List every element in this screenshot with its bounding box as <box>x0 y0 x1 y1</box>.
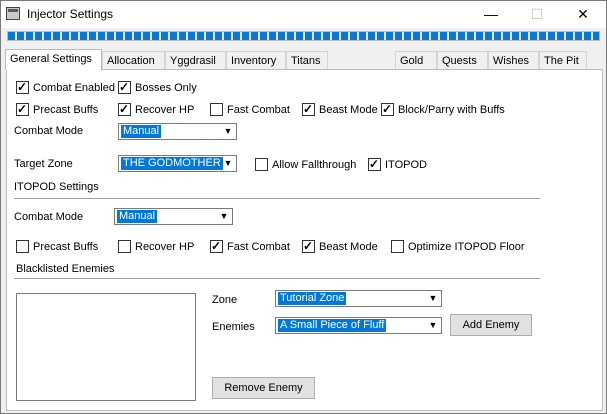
checkbox-label: Block/Parry with Buffs <box>398 104 505 116</box>
select-value: A Small Piece of Fluff <box>278 319 387 332</box>
chevron-down-icon: ▼ <box>428 320 438 330</box>
checkbox-box <box>16 80 29 94</box>
section-divider <box>14 198 540 200</box>
app-window-icon <box>6 7 20 20</box>
chevron-down-icon: ▼ <box>219 211 229 221</box>
tab-allocation[interactable]: Allocation <box>102 51 165 69</box>
maximize-button: ☐ <box>530 6 544 22</box>
window-title: Injector Settings <box>27 7 114 21</box>
tab-inventory[interactable]: Inventory <box>226 51 286 69</box>
checkbox-box <box>302 102 315 116</box>
tab-yggdrasil[interactable]: Yggdrasil <box>165 51 226 69</box>
checkbox-box <box>118 102 131 116</box>
select-value: Manual <box>117 210 158 223</box>
checkbox-box <box>368 157 381 171</box>
tab-the-pit[interactable]: The Pit <box>539 51 587 69</box>
close-button[interactable]: ✕ <box>560 1 606 28</box>
target-zone-select[interactable]: THE GODMOTHER ▼ <box>118 155 237 172</box>
itopod-combat-mode-select[interactable]: Manual ▼ <box>114 208 233 225</box>
checkbox-label: Recover HP <box>135 104 195 116</box>
checkbox-label: Bosses Only <box>135 82 197 94</box>
checkbox-box <box>391 240 404 253</box>
add-enemy-button[interactable]: Add Enemy <box>450 314 532 336</box>
blacklisted-enemies-list[interactable] <box>16 293 196 401</box>
checkbox-box <box>255 158 268 171</box>
progress-bar <box>7 31 600 41</box>
checkbox-box <box>302 239 315 253</box>
tab-general-settings[interactable]: General Settings <box>5 49 102 70</box>
select-value: Tutorial Zone <box>278 292 347 305</box>
tab-wishes[interactable]: Wishes <box>488 51 539 69</box>
remove-enemy-button[interactable]: Remove Enemy <box>212 377 315 399</box>
checkbox-box <box>118 80 131 94</box>
tab-gold[interactable]: Gold <box>395 51 437 69</box>
checkbox-box <box>381 102 394 116</box>
minimize-button[interactable]: — <box>468 1 514 28</box>
checkbox-label: Combat Enabled <box>33 82 115 94</box>
blacklisted-enemies-heading: Blacklisted Enemies <box>16 263 115 275</box>
checkbox-box <box>118 240 131 253</box>
tab-titans[interactable]: Titans <box>286 51 328 69</box>
chevron-down-icon: ▼ <box>428 293 438 303</box>
zone-select[interactable]: Tutorial Zone ▼ <box>275 290 442 307</box>
section-divider <box>14 278 540 280</box>
checkbox-box <box>210 103 223 116</box>
checkbox-label: Precast Buffs <box>33 241 99 253</box>
progress-fill <box>8 32 599 40</box>
combat-mode-label: Combat Mode <box>14 125 84 137</box>
checkbox-label: Recover HP <box>135 241 195 253</box>
title-bar[interactable]: Injector Settings — ☐ ✕ <box>1 1 606 28</box>
select-value: THE GODMOTHER <box>121 157 223 170</box>
checkbox-label: Beast Mode <box>319 241 378 253</box>
itopod-settings-heading: ITOPOD Settings <box>14 181 99 193</box>
combat-mode-select[interactable]: Manual ▼ <box>118 123 237 140</box>
checkbox-label: Fast Combat <box>227 104 290 116</box>
checkbox-box <box>16 240 29 253</box>
zone-label: Zone <box>212 294 238 306</box>
checkbox-box <box>16 102 29 116</box>
injector-settings-window: Injector Settings — ☐ ✕ General Settings… <box>0 0 607 414</box>
checkbox-label: Beast Mode <box>319 104 378 116</box>
checkbox-label: Allow Fallthrough <box>272 159 357 171</box>
enemies-select[interactable]: A Small Piece of Fluff ▼ <box>275 317 442 334</box>
chevron-down-icon: ▼ <box>223 158 233 168</box>
target-zone-label: Target Zone <box>14 158 73 170</box>
chevron-down-icon: ▼ <box>223 126 233 136</box>
select-value: Manual <box>121 125 162 138</box>
checkbox-label: Precast Buffs <box>33 104 99 116</box>
checkbox-label: ITOPOD <box>385 159 427 171</box>
checkbox-label: Optimize ITOPOD Floor <box>408 241 525 253</box>
general-settings-panel: Combat Enabled Bosses Only Precast Buffs… <box>6 69 603 411</box>
enemies-label: Enemies <box>212 321 255 333</box>
itopod-combat-mode-label: Combat Mode <box>14 211 84 223</box>
checkbox-label: Fast Combat <box>227 241 290 253</box>
checkbox-box <box>210 239 223 253</box>
tab-quests[interactable]: Quests <box>437 51 488 69</box>
